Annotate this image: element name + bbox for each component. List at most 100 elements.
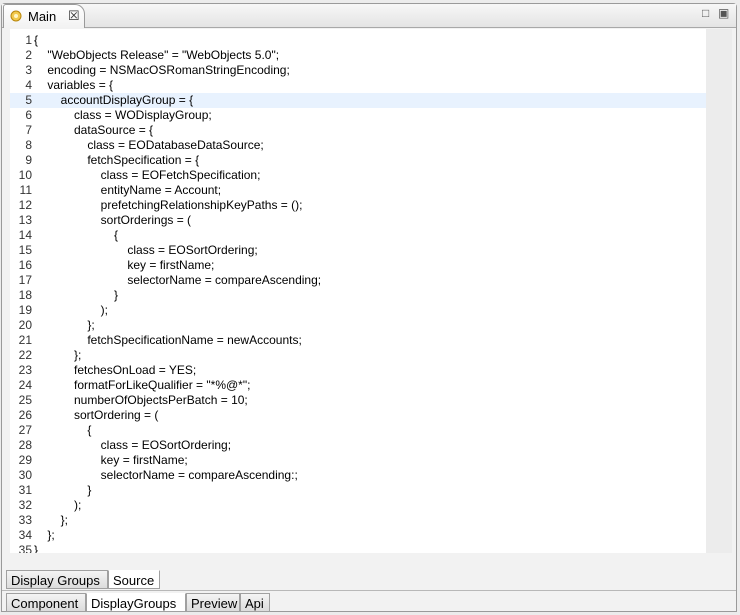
code-line[interactable]: 30 selectorName = compareAscending:; — [10, 468, 706, 483]
line-number: 16 — [18, 258, 32, 272]
code-text: sortOrderings = ( — [34, 213, 192, 227]
code-text: key = firstName; — [34, 453, 188, 467]
code-text: }; — [34, 318, 95, 332]
subtab-display-groups[interactable]: Display Groups — [6, 570, 108, 589]
code-line[interactable]: 10 class = EOFetchSpecification; — [10, 168, 706, 183]
code-text: fetchSpecificationName = newAccounts; — [34, 333, 302, 347]
code-line[interactable]: 4 variables = { — [10, 78, 706, 93]
code-line[interactable]: 9 fetchSpecification = { — [10, 153, 706, 168]
code-line[interactable]: 19 ); — [10, 303, 706, 318]
code-text: } — [34, 543, 39, 553]
code-text: variables = { — [34, 78, 114, 92]
line-number: 26 — [18, 408, 32, 422]
editor-window: Main ☒ □ ▣ 1{2 "WebObjects Release" = "W… — [1, 3, 737, 612]
code-text: encoding = NSMacOSRomanStringEncoding; — [34, 63, 290, 77]
line-number: 29 — [18, 453, 32, 467]
line-number: 19 — [18, 303, 32, 317]
line-number: 27 — [18, 423, 32, 437]
line-number: 31 — [18, 483, 32, 497]
code-line[interactable]: 21 fetchSpecificationName = newAccounts; — [10, 333, 706, 348]
tab-displaygroups[interactable]: DisplayGroups — [86, 593, 186, 612]
code-line[interactable]: 32 ); — [10, 498, 706, 513]
line-number: 10 — [18, 168, 32, 182]
line-number: 34 — [18, 528, 32, 542]
code-text: fetchesOnLoad = YES; — [34, 363, 197, 377]
code-text: }; — [34, 528, 55, 542]
code-line[interactable]: 16 key = firstName; — [10, 258, 706, 273]
source-editor[interactable]: 1{2 "WebObjects Release" = "WebObjects 5… — [10, 29, 707, 553]
code-line[interactable]: 20 }; — [10, 318, 706, 333]
code-line[interactable]: 27 { — [10, 423, 706, 438]
line-number: 17 — [18, 273, 32, 287]
code-line[interactable]: 25 numberOfObjectsPerBatch = 10; — [10, 393, 706, 408]
line-number: 12 — [18, 198, 32, 212]
code-line[interactable]: 3 encoding = NSMacOSRomanStringEncoding; — [10, 63, 706, 78]
tab-main-label: Main — [28, 9, 57, 24]
code-line[interactable]: 33 }; — [10, 513, 706, 528]
code-line[interactable]: 1{ — [10, 33, 706, 48]
tab-component[interactable]: Component — [6, 593, 86, 612]
code-line[interactable]: 34 }; — [10, 528, 706, 543]
code-line[interactable]: 8 class = EODatabaseDataSource; — [10, 138, 706, 153]
code-text: class = EOFetchSpecification; — [34, 168, 261, 182]
code-line[interactable]: 17 selectorName = compareAscending; — [10, 273, 706, 288]
code-line[interactable]: 5 accountDisplayGroup = { — [10, 93, 706, 108]
code-line[interactable]: 26 sortOrdering = ( — [10, 408, 706, 423]
code-line[interactable]: 22 }; — [10, 348, 706, 363]
tab-api[interactable]: Api — [240, 593, 270, 612]
code-line[interactable]: 7 dataSource = { — [10, 123, 706, 138]
line-number: 11 — [19, 183, 32, 197]
code-text: formatForLikeQualifier = "*%@*"; — [34, 378, 251, 392]
code-line[interactable]: 6 class = WODisplayGroup; — [10, 108, 706, 123]
line-number: 30 — [18, 468, 32, 482]
code-text: class = EOSortOrdering; — [34, 243, 258, 257]
code-line[interactable]: 13 sortOrderings = ( — [10, 213, 706, 228]
vertical-scrollbar[interactable] — [706, 29, 732, 553]
code-line[interactable]: 35} — [10, 543, 706, 553]
line-number: 8 — [25, 138, 32, 152]
code-text: { — [34, 228, 119, 242]
component-icon — [10, 10, 22, 22]
code-line[interactable]: 23 fetchesOnLoad = YES; — [10, 363, 706, 378]
code-line[interactable]: 28 class = EOSortOrdering; — [10, 438, 706, 453]
line-number: 33 — [18, 513, 32, 527]
code-text: key = firstName; — [34, 258, 215, 272]
code-line[interactable]: 12 prefetchingRelationshipKeyPaths = (); — [10, 198, 706, 213]
line-number: 5 — [25, 93, 32, 107]
minimize-icon[interactable]: □ — [702, 6, 709, 20]
code-line[interactable]: 29 key = firstName; — [10, 453, 706, 468]
line-number: 4 — [25, 78, 32, 92]
line-number: 25 — [18, 393, 32, 407]
tab-preview[interactable]: Preview — [186, 593, 240, 612]
tab-main[interactable]: Main ☒ — [3, 4, 85, 28]
close-icon[interactable]: ☒ — [68, 8, 80, 24]
code-line[interactable]: 15 class = EOSortOrdering; — [10, 243, 706, 258]
code-line[interactable]: 18 } — [10, 288, 706, 303]
line-number: 1 — [25, 33, 32, 47]
code-line[interactable]: 31 } — [10, 483, 706, 498]
line-number: 22 — [18, 348, 32, 362]
subtab-source[interactable]: Source — [108, 570, 160, 589]
line-number: 35 — [18, 543, 32, 553]
code-text: dataSource = { — [34, 123, 154, 137]
code-text: } — [34, 288, 119, 302]
line-number: 21 — [18, 333, 32, 347]
maximize-icon[interactable]: ▣ — [718, 6, 729, 20]
code-line[interactable]: 2 "WebObjects Release" = "WebObjects 5.0… — [10, 48, 706, 63]
line-number: 2 — [25, 48, 32, 62]
code-text: class = EOSortOrdering; — [34, 438, 232, 452]
line-number: 20 — [18, 318, 32, 332]
bottom-tab-bar: Component DisplayGroups Preview Api — [2, 590, 736, 613]
code-text: class = EODatabaseDataSource; — [34, 138, 264, 152]
line-number: 24 — [18, 378, 32, 392]
code-text: ); — [34, 498, 82, 512]
code-text: "WebObjects Release" = "WebObjects 5.0"; — [34, 48, 280, 62]
code-line[interactable]: 14 { — [10, 228, 706, 243]
sub-tab-bar: Display Groups Source — [2, 568, 736, 590]
code-line[interactable]: 24 formatForLikeQualifier = "*%@*"; — [10, 378, 706, 393]
line-number: 14 — [18, 228, 32, 242]
line-number: 7 — [25, 123, 32, 137]
code-line[interactable]: 11 entityName = Account; — [10, 183, 706, 198]
code-text: selectorName = compareAscending:; — [34, 468, 298, 482]
code-text: }; — [34, 348, 82, 362]
